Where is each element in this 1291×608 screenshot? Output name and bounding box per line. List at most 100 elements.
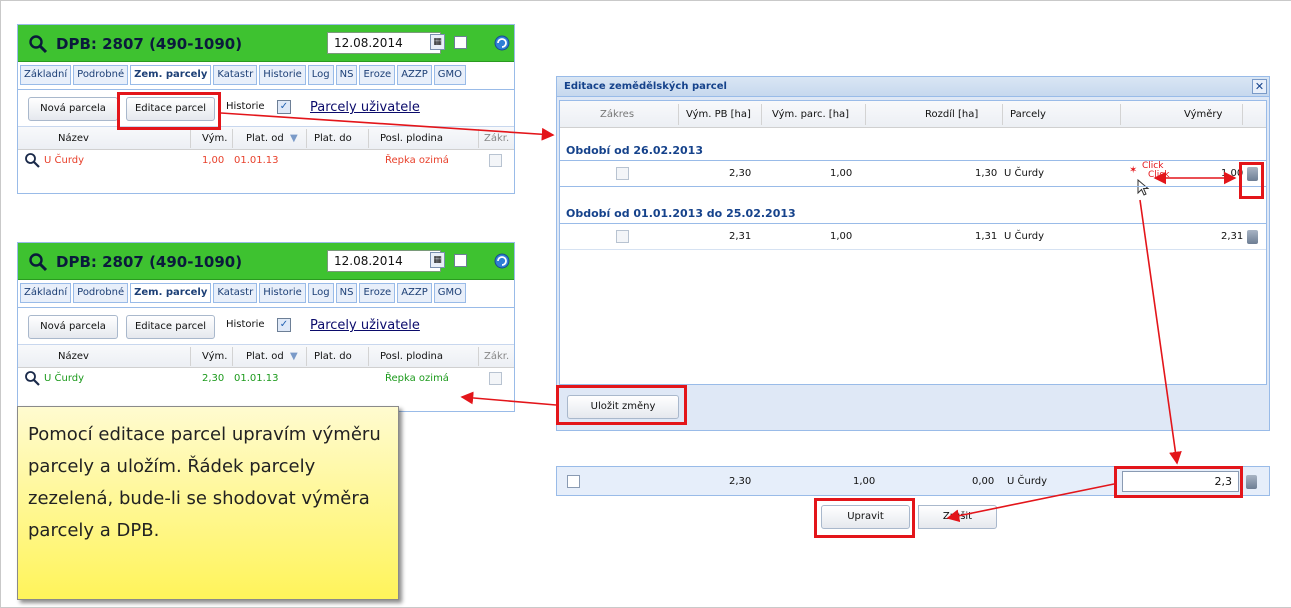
sort-down-icon[interactable]: ▼ [290,133,298,144]
dialog-titlebar: Editace zemědělských parcel ✕ [557,77,1269,97]
table-row[interactable]: U Čurdy 2,30 01.01.13 Řepka ozimá [18,369,514,389]
tab-eroze[interactable]: Eroze [359,65,396,85]
col-plat-od[interactable]: Plat. od [246,351,284,362]
row-checkbox[interactable] [489,372,502,385]
tab-ns[interactable]: NS [335,283,358,303]
tab-zakladni[interactable]: Základní [20,283,72,303]
tab-zakladni[interactable]: Základní [20,65,72,85]
calculator-icon[interactable] [1246,475,1257,489]
cursor-icon [1137,179,1150,196]
tab-azzp[interactable]: AZZP [397,283,432,303]
edit-parcels-dialog: Editace zemědělských parcel ✕ Zákres Vým… [556,76,1270,431]
tab-gmo[interactable]: GMO [433,65,467,85]
col-rozdil[interactable]: Rozdíl [ha] [925,109,978,120]
date-field[interactable]: 12.08.2014 [327,32,441,54]
col-vym-pb[interactable]: Vým. PB [ha] [686,109,751,120]
tab-eroze[interactable]: Eroze [359,283,396,303]
col-posl-plodina[interactable]: Posl. plodina [380,133,443,144]
row-area: 1,00 [202,155,225,166]
col-plat-od[interactable]: Plat. od [246,133,284,144]
dialog-title: Editace zemědělských parcel [564,81,727,92]
col-parcely[interactable]: Parcely [1010,109,1046,120]
cancel-button[interactable]: Zrušit [918,505,997,529]
search-icon[interactable] [28,252,48,272]
panel-title: DPB: 2807 (490-1090) [56,253,243,271]
calendar-icon[interactable]: ▦ [430,34,445,50]
edit-parcel: U Čurdy [1007,476,1048,487]
grid-header: Název Vým. Plat. od ▼ Plat. do Posl. plo… [18,345,514,368]
header-checkbox[interactable] [454,254,467,267]
tab-podrobne[interactable]: Podrobné [73,283,129,303]
zoom-icon[interactable] [24,370,40,386]
row-checkbox[interactable] [616,167,629,180]
tab-bar: Základní Podrobné Zem. parcely Katastr H… [20,283,467,303]
close-icon[interactable]: ✕ [1252,79,1267,94]
calculator-icon[interactable] [1247,230,1258,244]
tab-ns[interactable]: NS [335,65,358,85]
table-row[interactable]: U Čurdy 1,00 01.01.13 Řepka ozimá [18,151,514,171]
col-nazev[interactable]: Název [58,351,89,362]
table-row[interactable]: 2,31 1,00 1,31 U Čurdy 2,31 [560,226,1266,248]
history-label: Historie [226,319,265,330]
history-label: Historie [226,101,265,112]
tab-katastr[interactable]: Katastr [213,283,258,303]
row-checkbox[interactable] [616,230,629,243]
row-pb: 2,30 [729,168,752,179]
new-parcel-button[interactable]: Nová parcela [28,315,118,339]
col-zakres[interactable]: Zákr. [484,133,509,144]
row-checkbox[interactable] [567,475,580,488]
edit-parcels-button[interactable]: Editace parcel [126,315,215,339]
refresh-icon[interactable] [493,252,511,270]
header-checkbox[interactable] [454,36,467,49]
col-vym[interactable]: Vým. [202,351,227,362]
tab-zem-parcely[interactable]: Zem. parcely [130,283,212,303]
row-name: U Čurdy [44,373,85,384]
tab-podrobne[interactable]: Podrobné [73,65,129,85]
history-checkbox[interactable]: ✓ [277,318,291,332]
calendar-icon[interactable]: ▦ [430,252,445,268]
edit-pb: 2,30 [729,476,752,487]
edit-parc: 1,00 [853,476,876,487]
col-vymery[interactable]: Výměry [1184,109,1222,120]
date-field[interactable]: 12.08.2014 [327,250,441,272]
col-vym[interactable]: Vým. [202,133,227,144]
col-nazev[interactable]: Název [58,133,89,144]
row-parcel: U Čurdy [1004,231,1045,242]
sort-down-icon[interactable]: ▼ [290,351,298,362]
tab-log[interactable]: Log [307,65,334,85]
tab-historie[interactable]: Historie [259,283,306,303]
col-vym-parc[interactable]: Vým. parc. [ha] [772,109,849,120]
grid-header: Název Vým. Plat. od ▼ Plat. do Posl. plo… [18,127,514,150]
highlight-box [1239,162,1264,199]
panel-header: DPB: 2807 (490-1090) 12.08.2014 ▦ [18,243,514,280]
tab-katastr[interactable]: Katastr [213,65,258,85]
col-zakres[interactable]: Zákr. [484,351,509,362]
row-name: U Čurdy [44,155,85,166]
zoom-icon[interactable] [24,152,40,168]
refresh-icon[interactable] [493,34,511,52]
click-annotation: Click [1148,170,1170,180]
toolbar: Nová parcela Editace parcel Historie ✓ P… [18,89,514,127]
col-plat-do[interactable]: Plat. do [314,351,352,362]
new-parcel-button[interactable]: Nová parcela [28,97,118,121]
search-icon[interactable] [28,34,48,54]
tab-log[interactable]: Log [307,283,334,303]
col-zakres[interactable]: Zákres [600,109,634,120]
tab-zem-parcely[interactable]: Zem. parcely [130,65,212,85]
row-diff: 1,30 [975,168,998,179]
tab-bar: Základní Podrobné Zem. parcely Katastr H… [20,65,467,85]
edit-diff: 0,00 [972,476,995,487]
row-checkbox[interactable] [489,154,502,167]
user-parcels-link[interactable]: Parcely uživatele [310,100,420,115]
group-header[interactable]: Období od 01.01.2013 do 25.02.2013 [566,207,796,220]
history-checkbox[interactable]: ✓ [277,100,291,114]
tab-historie[interactable]: Historie [259,65,306,85]
group-header[interactable]: Období od 26.02.2013 [566,144,703,157]
tab-azzp[interactable]: AZZP [397,65,432,85]
col-plat-do[interactable]: Plat. do [314,133,352,144]
dialog-grid: Zákres Vým. PB [ha] Vým. parc. [ha] Rozd… [559,100,1267,385]
user-parcels-link[interactable]: Parcely uživatele [310,318,420,333]
row-parcel: U Čurdy [1004,168,1045,179]
col-posl-plodina[interactable]: Posl. plodina [380,351,443,362]
tab-gmo[interactable]: GMO [433,283,467,303]
